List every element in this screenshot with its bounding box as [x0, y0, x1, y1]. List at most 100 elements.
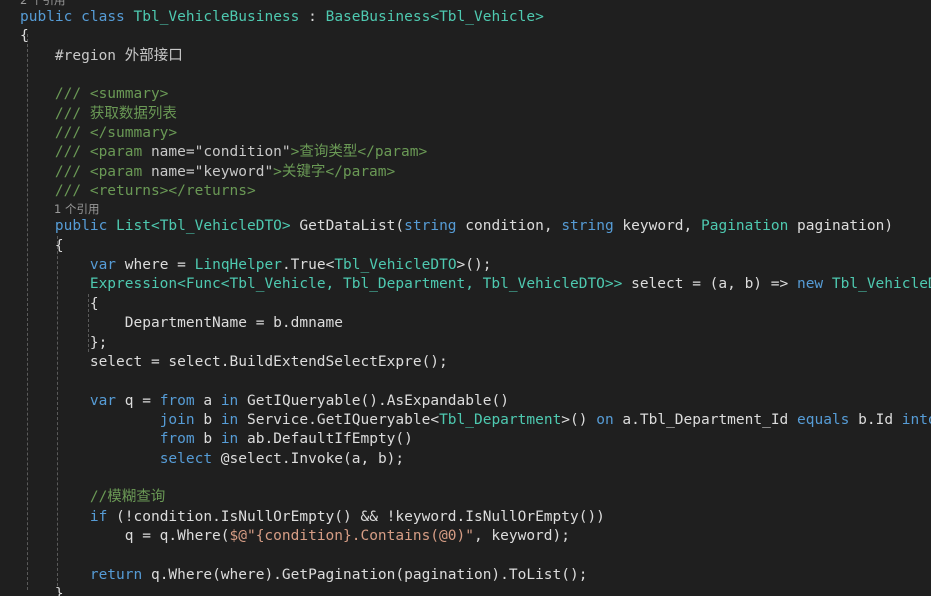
- type-pagination: Pagination: [701, 218, 789, 235]
- source-expression: Service.GetIQueryable<: [238, 411, 440, 428]
- code-line-class-declaration: public class Tbl_VehicleBusiness : BaseB…: [0, 8, 931, 27]
- doc-comment: /// <summary>: [20, 86, 169, 103]
- keyword-from: from: [159, 431, 195, 448]
- code-surface: 2 个引用 public class Tbl_VehicleBusiness :…: [0, 0, 931, 596]
- code-line-doc-summary-open: /// <summary>: [0, 85, 931, 104]
- doc-attribute: name="condition": [150, 144, 291, 161]
- where-call: q = q.Where(: [20, 527, 230, 544]
- code-line-comment-fuzzy-query: //模糊查询: [0, 488, 931, 507]
- codelens-method-label[interactable]: 1 个引用: [54, 202, 99, 216]
- keyword-var: var: [89, 392, 117, 409]
- member-access: .True<: [281, 257, 335, 274]
- keyword-new: new: [796, 276, 824, 293]
- brace: {: [20, 28, 29, 45]
- lambda-assignment: select = (a, b) =>: [622, 276, 797, 293]
- param-condition: condition,: [456, 218, 562, 235]
- default-if-empty: ab.DefaultIfEmpty(): [238, 431, 413, 448]
- keyword-string: string: [404, 218, 457, 235]
- code-line-method-open-brace: {: [0, 237, 931, 256]
- keyword-var: var: [89, 257, 117, 274]
- code-line-expression-select: Expression<Func<Tbl_Vehicle, Tbl_Departm…: [0, 275, 931, 294]
- code-line-linq-from-default: from b in ab.DefaultIfEmpty(): [0, 430, 931, 449]
- statement: select = select.BuildExtendSelectExpre()…: [20, 353, 448, 370]
- code-line-initializer-open: {: [0, 295, 931, 314]
- param-keyword: keyword,: [613, 218, 702, 235]
- keyword-return: return: [89, 566, 143, 583]
- colon-separator: :: [299, 9, 326, 25]
- code-line-class-open-brace: {: [0, 27, 931, 46]
- line-comment: //模糊查询: [20, 489, 166, 506]
- range-variable: b: [194, 411, 221, 428]
- doc-comment: >查询类型</param>: [290, 144, 428, 161]
- code-line-initializer-departmentname: DepartmentName = b.dmname: [0, 314, 931, 333]
- range-variable: a: [194, 392, 221, 409]
- doc-attribute: name="keyword": [150, 163, 274, 180]
- code-line-doc-param-condition: /// <param name="condition">查询类型</param>: [0, 143, 931, 162]
- codelens-class-label[interactable]: 2 个引用: [20, 0, 65, 7]
- doc-comment: /// 获取数据列表: [20, 105, 177, 122]
- code-line-doc-returns: /// <returns></returns>: [0, 182, 931, 201]
- code-line-region-directive: #region 外部接口: [0, 47, 931, 66]
- code-line-linq-join: join b in Service.GetIQueryable<Tbl_Depa…: [0, 411, 931, 430]
- brace: };: [20, 334, 108, 351]
- brace: {: [20, 295, 99, 312]
- keyword-public: public: [54, 218, 108, 235]
- codelens-class-references[interactable]: 2 个引用: [0, 0, 931, 8]
- codelens-method-references[interactable]: 1 个引用: [0, 201, 931, 217]
- keyword-on: on: [596, 411, 614, 428]
- where-arguments: , keyword);: [473, 527, 570, 544]
- keyword-in: in: [220, 411, 239, 428]
- range-variable: b: [194, 431, 221, 448]
- interpolated-string-literal: $@"{condition}.Contains(@0)": [229, 527, 474, 544]
- code-line-method-signature: public List<Tbl_VehicleDTO> GetDataList(…: [0, 217, 931, 236]
- param-pagination: pagination): [788, 218, 894, 235]
- keyword-in: in: [220, 431, 239, 448]
- condition-expression: (!condition.IsNullOrEmpty() && !keyword.…: [107, 508, 605, 525]
- doc-comment: /// <returns></returns>: [20, 183, 256, 200]
- brace: }: [20, 585, 64, 596]
- code-line-if-condition: if (!condition.IsNullOrEmpty() && !keywo…: [0, 508, 931, 527]
- call-close: >();: [456, 257, 492, 274]
- code-line-build-extend-select: select = select.BuildExtendSelectExpre()…: [0, 353, 931, 372]
- assignment: where =: [116, 257, 195, 274]
- return-type: List<Tbl_VehicleDTO>: [116, 218, 291, 235]
- type-dto: Tbl_VehicleDTO: [831, 276, 931, 293]
- keyword-if: if: [89, 508, 108, 525]
- type-argument: Tbl_VehicleDTO: [334, 257, 457, 274]
- method-name: GetDataList(: [290, 218, 405, 235]
- brace: {: [20, 237, 64, 254]
- code-line-doc-summary-text: /// 获取数据列表: [0, 105, 931, 124]
- doc-comment: >关键字</param>: [273, 163, 396, 180]
- code-editor[interactable]: 2 个引用 public class Tbl_VehicleBusiness :…: [0, 0, 931, 596]
- class-name: Tbl_VehicleBusiness: [133, 9, 300, 25]
- code-line-doc-param-keyword: /// <param name="keyword">关键字</param>: [0, 163, 931, 182]
- call-close: >(): [561, 411, 597, 428]
- code-line-linq-from: var q = from a in GetIQueryable().AsExpa…: [0, 392, 931, 411]
- code-line-var-where: var where = LinqHelper.True<Tbl_VehicleD…: [0, 256, 931, 275]
- code-line-doc-summary-close: /// </summary>: [0, 124, 931, 143]
- property-assignment: DepartmentName = b.dmname: [20, 315, 344, 332]
- return-expression: q.Where(where).GetPagination(pagination)…: [142, 566, 588, 583]
- keyword-string: string: [561, 218, 614, 235]
- code-line-initializer-close: };: [0, 334, 931, 353]
- join-left-key: a.Tbl_Department_Id: [613, 411, 798, 428]
- doc-comment: /// </summary>: [20, 125, 178, 142]
- code-line-where-interpolated: q = q.Where($@"{condition}.Contains(@0)"…: [0, 527, 931, 546]
- keyword-public: public: [20, 9, 73, 25]
- keyword-into: into: [901, 411, 931, 428]
